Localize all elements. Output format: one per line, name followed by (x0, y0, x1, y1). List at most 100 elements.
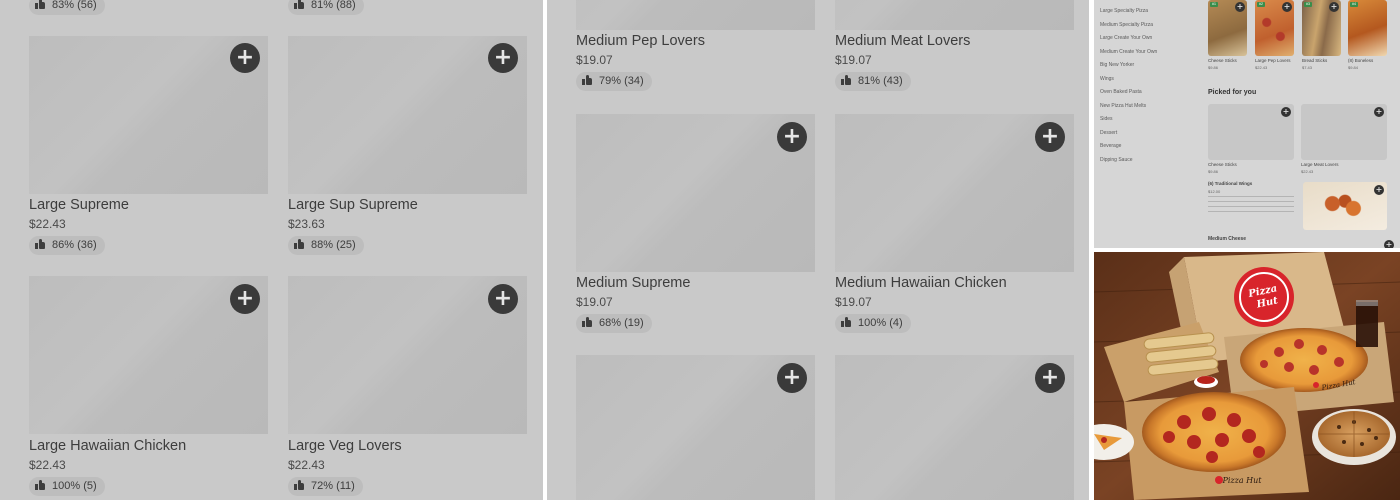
category-link[interactable]: Wings (1100, 76, 1190, 90)
box-logo-text: Pizza Hut (1221, 476, 1262, 485)
item-name[interactable]: Medium Pep Lovers (576, 33, 705, 49)
add-to-cart-button[interactable]: + (488, 284, 518, 314)
add-to-cart-button[interactable]: + (777, 122, 807, 152)
item-price: $23.63 (288, 217, 325, 231)
category-link[interactable]: Oven Baked Pasta (1100, 89, 1190, 103)
menu-panel-medium-pizzas: Medium Pep Lovers $19.07 79% (34) Medium… (547, 0, 1089, 500)
add-to-cart-button[interactable]: + (1281, 107, 1291, 117)
rating-text: 68% (19) (599, 317, 644, 329)
rating-badge: 81% (43) (835, 72, 911, 91)
badge: #1 (1210, 2, 1218, 7)
item-image-placeholder[interactable] (835, 0, 1074, 30)
thumbs-up-icon (35, 239, 45, 249)
rating-text: 79% (34) (599, 75, 644, 87)
thumbs-up-icon (35, 480, 45, 490)
item-price: $22.43 (1301, 169, 1314, 174)
item-price: $9.86 (1208, 169, 1219, 174)
thumbs-up-icon (294, 480, 304, 490)
rating-text: 100% (4) (858, 317, 903, 329)
rating-text: 88% (25) (311, 239, 356, 251)
desktop-menu-screenshot: Large Specialty Pizza Medium Specialty P… (1094, 0, 1400, 248)
add-to-cart-button[interactable]: + (1235, 2, 1245, 12)
item-name: Medium Cheese (1208, 236, 1247, 242)
category-link[interactable]: Sides (1100, 116, 1190, 130)
category-link[interactable]: New Pizza Hut Melts (1100, 103, 1190, 117)
item-price: $19.07 (576, 295, 613, 309)
thumbs-up-icon (841, 317, 851, 327)
add-to-cart-button[interactable]: + (1374, 107, 1384, 117)
thumbs-up-icon (582, 317, 592, 327)
add-to-cart-button[interactable]: + (1374, 185, 1384, 195)
category-link[interactable]: Beverage (1100, 143, 1190, 157)
category-link[interactable]: Dessert (1100, 130, 1190, 144)
thumbs-up-icon (841, 75, 851, 85)
item-name[interactable]: Large Sup Supreme (288, 197, 418, 213)
category-link[interactable]: Large Create Your Own (1100, 35, 1190, 49)
menu-panel-large-pizzas: 83% (56) 81% (88) + Large Supreme $22.43… (0, 0, 543, 500)
boneless-wings-thumbnail[interactable] (1348, 0, 1387, 56)
item-name: (8) Boneless (1348, 58, 1374, 63)
item-price: $19.07 (835, 295, 872, 309)
rating-text: 81% (43) (858, 75, 903, 87)
item-name[interactable]: Large Supreme (29, 197, 129, 213)
item-name: Large Pep Lovers (1255, 58, 1291, 63)
item-name: Bread Sticks (1302, 58, 1328, 63)
rating-text: 72% (11) (311, 480, 355, 492)
item-name[interactable]: Medium Hawaiian Chicken (835, 275, 1007, 291)
item-price: $22.43 (29, 458, 66, 472)
thumbs-up-icon (294, 239, 304, 249)
item-price: $22.43 (1255, 65, 1268, 70)
item-name[interactable]: Large Veg Lovers (288, 438, 402, 454)
item-price: $19.07 (835, 53, 872, 67)
item-price: $22.43 (29, 217, 66, 231)
item-price: $9.84 (1348, 65, 1359, 70)
rating-badge: 72% (11) (288, 477, 363, 496)
promo-photo-illustration: Pizza Hut Pizza Hut Pizza Hut (1094, 252, 1400, 500)
item-price: $22.43 (288, 458, 325, 472)
category-link[interactable]: Large Specialty Pizza (1100, 8, 1190, 22)
add-to-cart-button[interactable]: + (777, 363, 807, 393)
item-price: $7.43 (1302, 65, 1313, 70)
add-to-cart-button[interactable]: + (230, 43, 260, 73)
item-price: $19.07 (576, 53, 613, 67)
rating-badge: 68% (19) (576, 314, 652, 333)
item-name: (6) Traditional Wings (1208, 181, 1253, 186)
badge: #4 (1350, 2, 1358, 7)
category-link[interactable]: Medium Specialty Pizza (1100, 22, 1190, 36)
item-name[interactable]: Large Hawaiian Chicken (29, 438, 186, 454)
add-to-cart-button[interactable]: + (230, 284, 260, 314)
add-to-cart-button[interactable]: + (1282, 2, 1292, 12)
item-image-placeholder[interactable] (576, 0, 815, 30)
add-to-cart-button[interactable]: + (1329, 2, 1339, 12)
category-link[interactable]: Big New Yorker (1100, 62, 1190, 76)
picked-for-you-heading: Picked for you (1208, 89, 1257, 96)
category-sidebar: Large Specialty Pizza Medium Specialty P… (1100, 8, 1190, 170)
thumbs-up-icon (582, 75, 592, 85)
collage: 83% (56) 81% (88) + Large Supreme $22.43… (0, 0, 1400, 500)
rating-badge: 79% (34) (576, 72, 652, 91)
add-to-cart-button[interactable]: + (1384, 240, 1394, 248)
rating-badge: 83% (56) (29, 0, 105, 15)
add-to-cart-button[interactable]: + (488, 43, 518, 73)
item-name[interactable]: Medium Meat Lovers (835, 33, 970, 49)
category-link[interactable]: Medium Create Your Own (1100, 49, 1190, 63)
rating-badge: 88% (25) (288, 236, 364, 255)
badge: #3 (1304, 2, 1312, 7)
thumbs-up-icon (35, 0, 45, 9)
add-to-cart-button[interactable]: + (1035, 363, 1065, 393)
pizza-hut-promo-photo: Pizza Hut Pizza Hut Pizza Hut (1094, 252, 1400, 500)
add-to-cart-button[interactable]: + (1035, 122, 1065, 152)
pizza-hut-logo-icon (1234, 267, 1294, 327)
rating-text: 100% (5) (52, 480, 97, 492)
item-price: $9.86 (1208, 65, 1219, 70)
item-name: Cheese Sticks (1208, 58, 1237, 63)
item-name: Cheese Sticks (1208, 162, 1237, 167)
thumbs-up-icon (294, 0, 304, 9)
item-name[interactable]: Medium Supreme (576, 275, 690, 291)
rating-text: 86% (36) (52, 239, 97, 251)
rating-text: 81% (88) (311, 0, 356, 11)
rating-text: 83% (56) (52, 0, 97, 11)
item-price: $12.00 (1208, 189, 1221, 194)
rating-badge: 86% (36) (29, 236, 105, 255)
category-link[interactable]: Dipping Sauce (1100, 157, 1190, 171)
